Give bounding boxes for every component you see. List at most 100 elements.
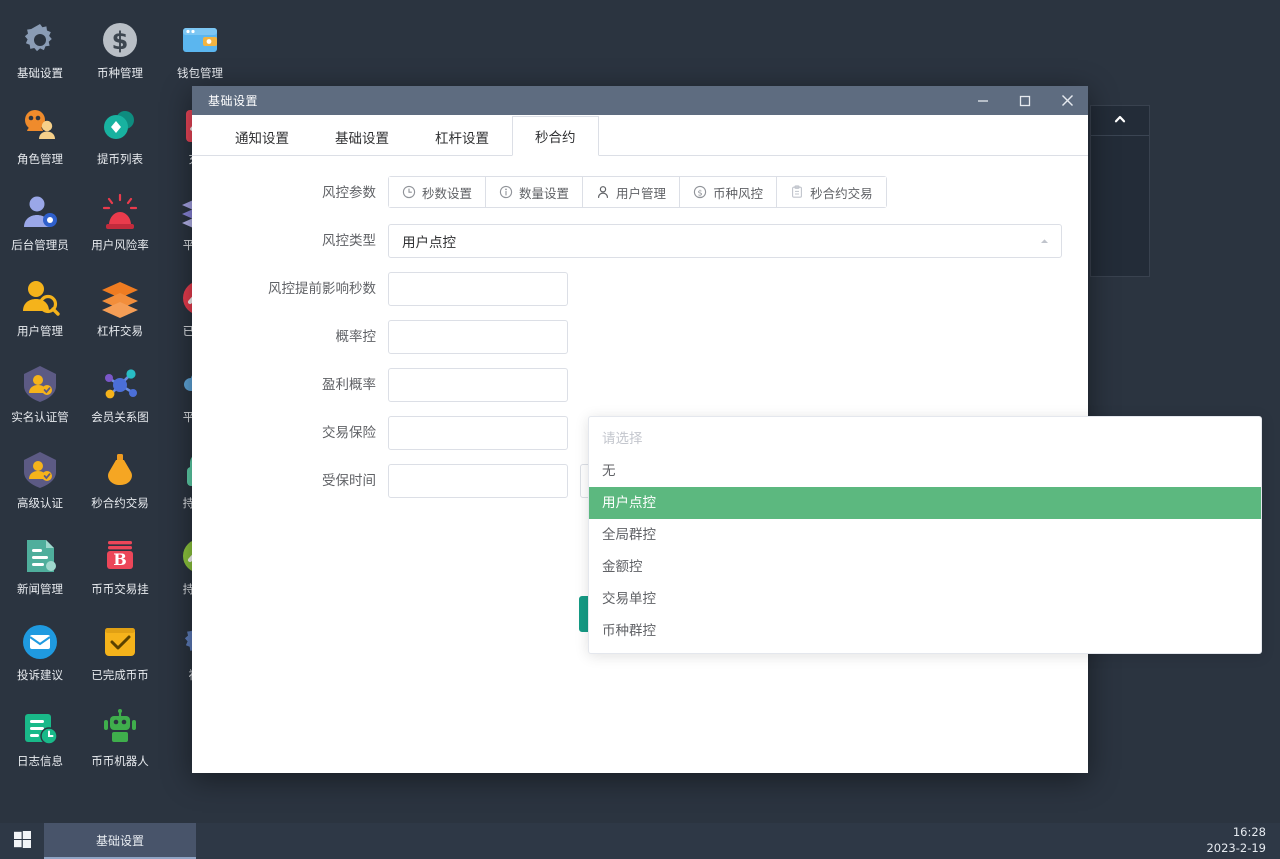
verified-user-icon xyxy=(18,448,62,492)
tab-1[interactable]: 基础设置 xyxy=(312,116,412,156)
desktop-icon-bitcoin-box-icon[interactable]: B 币币交易挂 xyxy=(80,524,160,610)
advance-seconds-control xyxy=(388,272,1088,306)
tab-2[interactable]: 杠杆设置 xyxy=(412,116,512,156)
desktop-icon-label: 用户风险率 xyxy=(91,239,149,252)
right-side-panel[interactable] xyxy=(1090,105,1150,277)
desktop-icon-wallet-icon[interactable]: 钱包管理 xyxy=(160,8,240,94)
desktop-icon-label: 币币交易挂 xyxy=(91,583,149,596)
tab-label: 秒合约 xyxy=(535,130,576,146)
minimize-button[interactable] xyxy=(962,86,1004,115)
right-panel-header[interactable] xyxy=(1091,106,1149,136)
tab-0[interactable]: 通知设置 xyxy=(212,116,312,156)
risk-param-button-3[interactable]: $ 币种风控 xyxy=(679,176,777,208)
desktop-icon-admin-user-icon[interactable]: 后台管理员 xyxy=(0,180,80,266)
desktop-icon-label: 钱包管理 xyxy=(177,67,223,80)
robot-green-icon xyxy=(98,706,142,750)
risk-param-button-label: 币种风控 xyxy=(713,185,764,201)
desktop-icon-coin-diamond-icon[interactable]: 提币列表 xyxy=(80,94,160,180)
desktop-icon-label: 币种管理 xyxy=(97,67,143,80)
dropdown-option-6[interactable]: 币种群控 xyxy=(589,615,1261,647)
desktop-icon-label: 用户管理 xyxy=(17,325,63,338)
probability-control-input[interactable] xyxy=(388,320,568,354)
taskbar-item-0[interactable]: 基础设置 xyxy=(44,823,196,859)
clock-date: 2023-2-19 xyxy=(1206,841,1266,855)
desktop-icon-check-yellow-icon[interactable]: 已完成币币 xyxy=(80,610,160,696)
insured-time-input[interactable] xyxy=(388,464,568,498)
dropdown-option-2[interactable]: 用户点控 xyxy=(589,487,1261,519)
form-row-risk-params: 风控参数 秒数设置 数量设置 用户管理 $ 币种风控 秒合约交易 xyxy=(192,176,1088,210)
desktop-icon-alarm-light-icon[interactable]: 用户风险率 xyxy=(80,180,160,266)
desktop-icon-log-clock-icon[interactable]: 日志信息 xyxy=(0,696,80,782)
form-row-probability-control: 概率控 xyxy=(192,320,1088,354)
caret-up-icon[interactable] xyxy=(1039,225,1050,257)
bitcoin-box-icon: B xyxy=(98,534,142,578)
desktop-icon-label: 实名认证管 xyxy=(11,411,69,424)
form-row-profit-probability: 盈利概率 xyxy=(192,368,1088,402)
desktop-icon-user-search-icon[interactable]: 用户管理 xyxy=(0,266,80,352)
risk-param-button-group: 秒数设置 数量设置 用户管理 $ 币种风控 秒合约交易 xyxy=(388,176,887,208)
label-risk-type: 风控类型 xyxy=(322,233,376,249)
desktop-icon-network-graph-icon[interactable]: 会员关系图 xyxy=(80,352,160,438)
dollar-icon: $ xyxy=(693,185,707,199)
start-button[interactable] xyxy=(0,823,44,859)
risk-type-dropdown: 请选择无用户点控 全局群控 金额控 交易单控 币种群控 xyxy=(588,416,1262,654)
dropdown-option-0[interactable]: 请选择 xyxy=(589,423,1261,455)
tab-bar: 通知设置 基础设置 杠杆设置 秒合约 xyxy=(192,115,1088,156)
tab-3[interactable]: 秒合约 xyxy=(512,116,599,156)
clock[interactable]: 16:28 2023-2-19 xyxy=(1206,825,1266,856)
risk-param-button-label: 用户管理 xyxy=(616,185,667,201)
desktop-icon-dollar-coin-icon[interactable]: $ 币种管理 xyxy=(80,8,160,94)
profit-probability-input[interactable] xyxy=(388,368,568,402)
svg-text:$: $ xyxy=(112,27,129,55)
taskbar: 基础设置 16:28 2023-2-19 xyxy=(0,823,1280,859)
wallet-icon xyxy=(178,18,222,62)
risk-param-button-2[interactable]: 用户管理 xyxy=(582,176,680,208)
form-row-risk-type: 风控类型 用户点控 xyxy=(192,224,1088,258)
dollar-coin-icon: $ xyxy=(98,18,142,62)
clock-icon xyxy=(402,185,416,199)
probability-control-control xyxy=(388,320,1088,354)
risk-type-select-value: 用户点控 xyxy=(402,235,456,251)
alarm-light-icon xyxy=(98,190,142,234)
close-button[interactable] xyxy=(1046,86,1088,115)
network-graph-icon xyxy=(98,362,142,406)
dropdown-option-1[interactable]: 无 xyxy=(589,455,1261,487)
desktop-icon-layers-orange-icon[interactable]: 杠杆交易 xyxy=(80,266,160,352)
maximize-button[interactable] xyxy=(1004,86,1046,115)
trade-insurance-input[interactable] xyxy=(388,416,568,450)
dropdown-option-3[interactable]: 全局群控 xyxy=(589,519,1261,551)
desktop-icon-verified-user-icon[interactable]: 高级认证 xyxy=(0,438,80,524)
risk-type-select[interactable]: 用户点控 xyxy=(388,224,1062,258)
desktop-icon-label: 秒合约交易 xyxy=(91,497,149,510)
advance-seconds-input[interactable] xyxy=(388,272,568,306)
window-titlebar: 基础设置 xyxy=(192,86,1088,115)
form-area: 风控参数 秒数设置 数量设置 用户管理 $ 币种风控 秒合约交易 风控类型 用户点控 xyxy=(192,156,1262,654)
tab-label: 通知设置 xyxy=(235,130,289,147)
label-risk-params: 风控参数 xyxy=(322,185,376,201)
risk-param-button-label: 数量设置 xyxy=(519,185,570,201)
layers-orange-icon xyxy=(98,276,142,320)
risk-param-button-1[interactable]: 数量设置 xyxy=(485,176,583,208)
dropdown-option-5[interactable]: 交易单控 xyxy=(589,583,1261,615)
desktop-icon-flask-orange-icon[interactable]: 秒合约交易 xyxy=(80,438,160,524)
desktop-icon-verified-user-icon[interactable]: 实名认证管 xyxy=(0,352,80,438)
tab-label: 杠杆设置 xyxy=(435,130,489,147)
desktop-icon-role-users-icon[interactable]: 角色管理 xyxy=(0,94,80,180)
risk-param-button-0[interactable]: 秒数设置 xyxy=(388,176,486,208)
desktop-icon-label: 新闻管理 xyxy=(17,583,63,596)
desktop-icon-robot-green-icon[interactable]: 币币机器人 xyxy=(80,696,160,782)
role-users-icon xyxy=(18,104,62,148)
label-advance-seconds: 风控提前影响秒数 xyxy=(268,281,376,297)
desktop-icon-mail-blue-icon[interactable]: 投诉建议 xyxy=(0,610,80,696)
desktop-icon-news-doc-icon[interactable]: 新闻管理 xyxy=(0,524,80,610)
risk-param-button-4[interactable]: 秒合约交易 xyxy=(776,176,887,208)
person-icon xyxy=(596,185,610,199)
user-search-icon xyxy=(18,276,62,320)
chevron-up-icon[interactable] xyxy=(1113,111,1127,130)
desktop: 基础设置$币种管理钱包管理角色管理提币列表充币后台管理员用户风险率平台市用户管理… xyxy=(0,0,1280,823)
dropdown-option-4[interactable]: 金额控 xyxy=(589,551,1261,583)
coin-diamond-icon xyxy=(98,104,142,148)
label-profit-probability: 盈利概率 xyxy=(322,377,376,393)
desktop-icon-gear-icon[interactable]: 基础设置 xyxy=(0,8,80,94)
info-icon xyxy=(499,185,513,199)
